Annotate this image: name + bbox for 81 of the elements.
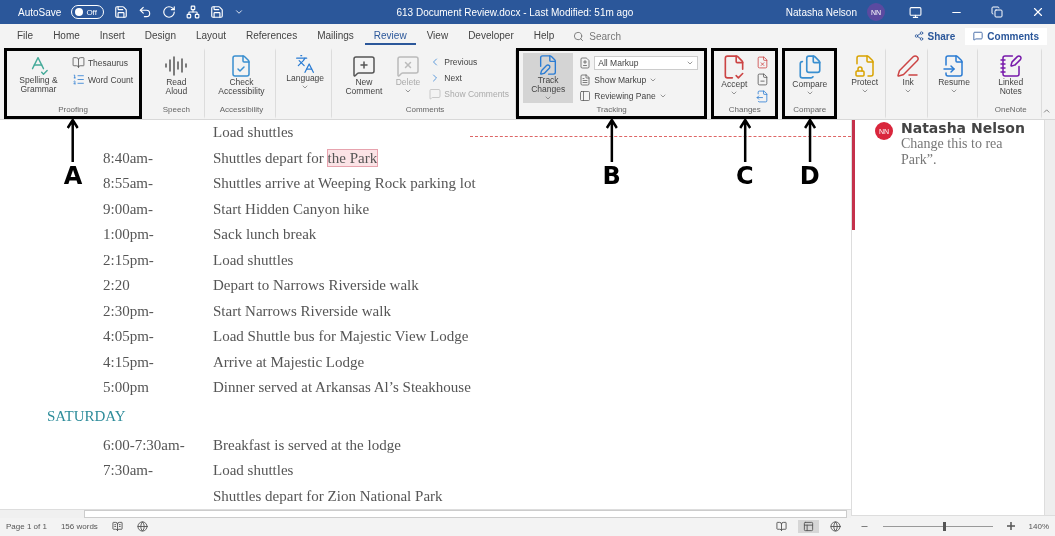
schedule-activity: Sack lunch break: [213, 226, 317, 244]
ribbon-button[interactable]: Resume: [935, 53, 973, 103]
group-label: Compare: [793, 105, 827, 116]
ribbon-button[interactable]: Protect: [848, 53, 882, 103]
search-field[interactable]: Search: [565, 30, 629, 42]
schedule-time: 6:00-7:30am-: [103, 436, 185, 453]
schedule-time: 1:00pm-: [103, 226, 154, 243]
section-heading: SATURDAY: [47, 407, 127, 426]
ribbon-tab[interactable]: References: [237, 27, 307, 45]
schedule-time: 7:30am-: [103, 462, 153, 479]
autosave-label: AutoSave: [18, 6, 62, 18]
annotation-letter: A: [63, 162, 83, 190]
annotation-letter: B: [602, 162, 621, 190]
ribbon-tab[interactable]: Home: [44, 27, 89, 45]
group-label: Tracking: [596, 105, 627, 116]
group-label: Accessibility: [219, 105, 264, 116]
schedule-activity: Shuttles arrive at Weeping Rock parking lot: [213, 175, 476, 193]
ribbon-button[interactable]: Accept: [718, 53, 751, 103]
schedule-time: 2:15pm-: [103, 251, 154, 268]
ribbon-button[interactable]: Show Markup: [577, 73, 701, 87]
share-button[interactable]: Share: [905, 27, 964, 45]
ribbon-button[interactable]: Compare: [789, 53, 831, 103]
schedule-activity: Start Hidden Canyon hike: [213, 200, 370, 218]
markup-dropdown[interactable]: All Markup: [594, 56, 699, 70]
ribbon-tab[interactable]: File: [8, 27, 43, 45]
ribbon-button[interactable]: Word Count: [69, 72, 136, 87]
ribbon-button[interactable]: Track Changes: [523, 53, 574, 103]
ribbon-button[interactable]: Spelling & Grammar: [11, 53, 66, 103]
word-count: 156 words: [60, 521, 98, 531]
group-label: OneNote: [994, 105, 1027, 116]
schedule-activity: Shuttles depart for the Park: [213, 149, 378, 167]
ribbon-button[interactable]: Thesaurus: [69, 55, 136, 70]
ribbon-button[interactable]: Reviewing Pane: [577, 89, 701, 103]
ribbon-tab[interactable]: Help: [524, 27, 564, 45]
schedule-time: 2:30pm-: [103, 302, 154, 319]
ribbon-tab[interactable]: Insert: [90, 27, 134, 45]
ribbon-tab[interactable]: Mailings: [308, 27, 363, 45]
annotation-letter: C: [736, 162, 754, 190]
schedule-time: 5:00pm: [103, 379, 149, 396]
ribbon-tab[interactable]: Review: [364, 27, 416, 45]
schedule-activity: Load Shuttle bus for Majestic View Lodge: [213, 328, 469, 346]
schedule-activity: Breakfast is served at the lodge: [213, 436, 401, 454]
schedule-activity: Load shuttles: [213, 251, 294, 269]
schedule-activity: Dinner served at Arkansas Al’s Steakhouse: [213, 379, 471, 397]
user-name: Natasha Nelson: [785, 6, 857, 18]
ribbon-tab[interactable]: Design: [135, 27, 185, 45]
zoom-level: 140%: [1028, 521, 1049, 531]
page-count: Page 1 of 1: [6, 521, 47, 531]
window-title: 613 Document Review.docx - Last Modified: 51m ago: [396, 6, 634, 18]
schedule-activity: Load shuttles: [213, 462, 294, 480]
group-label: Comments: [405, 105, 445, 116]
schedule-activity: Shuttles depart for Zion National Park: [213, 487, 443, 505]
schedule-activity: Arrive at Majestic Lodge: [213, 353, 365, 371]
schedule-activity: Start Narrows Riverside walk: [213, 302, 391, 320]
schedule-time: 8:40am-: [103, 149, 153, 166]
ribbon-button[interactable]: Ink: [893, 53, 924, 103]
ribbon-tab[interactable]: Layout: [186, 27, 235, 45]
group-label: Speech: [162, 105, 190, 116]
ribbon-button[interactable]: Previous: [427, 55, 511, 69]
ribbon-button[interactable]: Check Accessibility: [211, 53, 272, 103]
schedule-time: 4:05pm-: [103, 328, 154, 345]
ribbon-button[interactable]: Language: [283, 53, 328, 103]
group-label: Changes: [728, 105, 761, 116]
comment-text: Change this to rea: [901, 136, 1004, 152]
schedule-time: 8:55am-: [103, 175, 153, 192]
comment-author: Natasha Nelson: [901, 120, 1025, 136]
ribbon-tab[interactable]: View: [417, 27, 458, 45]
ribbon-button[interactable]: New Comment: [339, 53, 389, 103]
comments-button[interactable]: Comments: [965, 27, 1047, 45]
ribbon-button[interactable]: Next: [427, 71, 511, 85]
schedule-time: 9:00am-: [103, 200, 153, 217]
ribbon-button[interactable]: Linked Notes: [984, 53, 1037, 103]
schedule-activity: Load shuttles: [213, 124, 294, 142]
comment-text: Park”.: [901, 152, 938, 168]
ribbon-button[interactable]: Read Aloud: [153, 53, 200, 103]
annotation-letter: D: [799, 162, 820, 190]
schedule-time: 4:15pm-: [103, 353, 154, 370]
schedule-activity: Depart to Narrows Riverside walk: [213, 277, 419, 295]
group-label: Proofing: [58, 105, 88, 116]
schedule-time: 2:20: [103, 277, 130, 294]
ribbon-tab[interactable]: Developer: [459, 27, 523, 45]
